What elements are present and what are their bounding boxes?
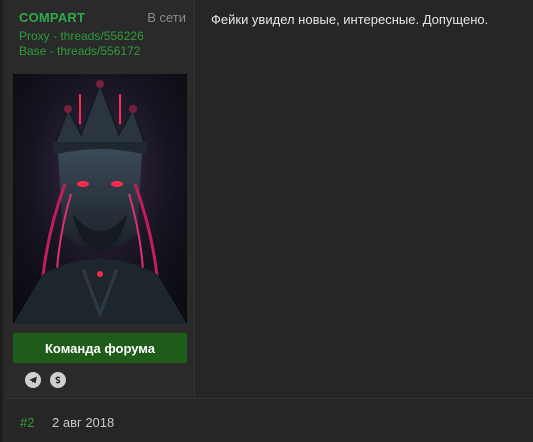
signature-link-base[interactable]: Base - threads/556172 xyxy=(19,44,140,58)
post-date: 2 авг 2018 xyxy=(52,415,115,430)
post-message: Фейки увидел новые, интересные. Допущено… xyxy=(211,12,489,27)
telegram-glyph-icon xyxy=(29,376,37,384)
telegram-icon[interactable] xyxy=(25,372,41,388)
skype-icon[interactable] xyxy=(50,372,66,388)
next-post-header: #2 2 авг 2018 xyxy=(6,399,533,442)
avatar[interactable] xyxy=(13,74,187,324)
post-number-link[interactable]: #2 xyxy=(20,415,34,430)
skype-glyph-icon xyxy=(55,376,61,384)
signature-link-proxy[interactable]: Proxy - threads/556226 xyxy=(19,29,144,43)
username-link[interactable]: COMPART xyxy=(19,10,85,25)
user-info-panel: COMPART В сети Proxy - threads/556226 Ba… xyxy=(6,0,195,398)
forum-post: COMPART В сети Proxy - threads/556226 Ba… xyxy=(6,0,533,398)
user-group-badge: Команда форума xyxy=(13,333,187,363)
crowned-figure-avatar-icon xyxy=(13,74,187,324)
online-status: В сети xyxy=(147,10,186,25)
